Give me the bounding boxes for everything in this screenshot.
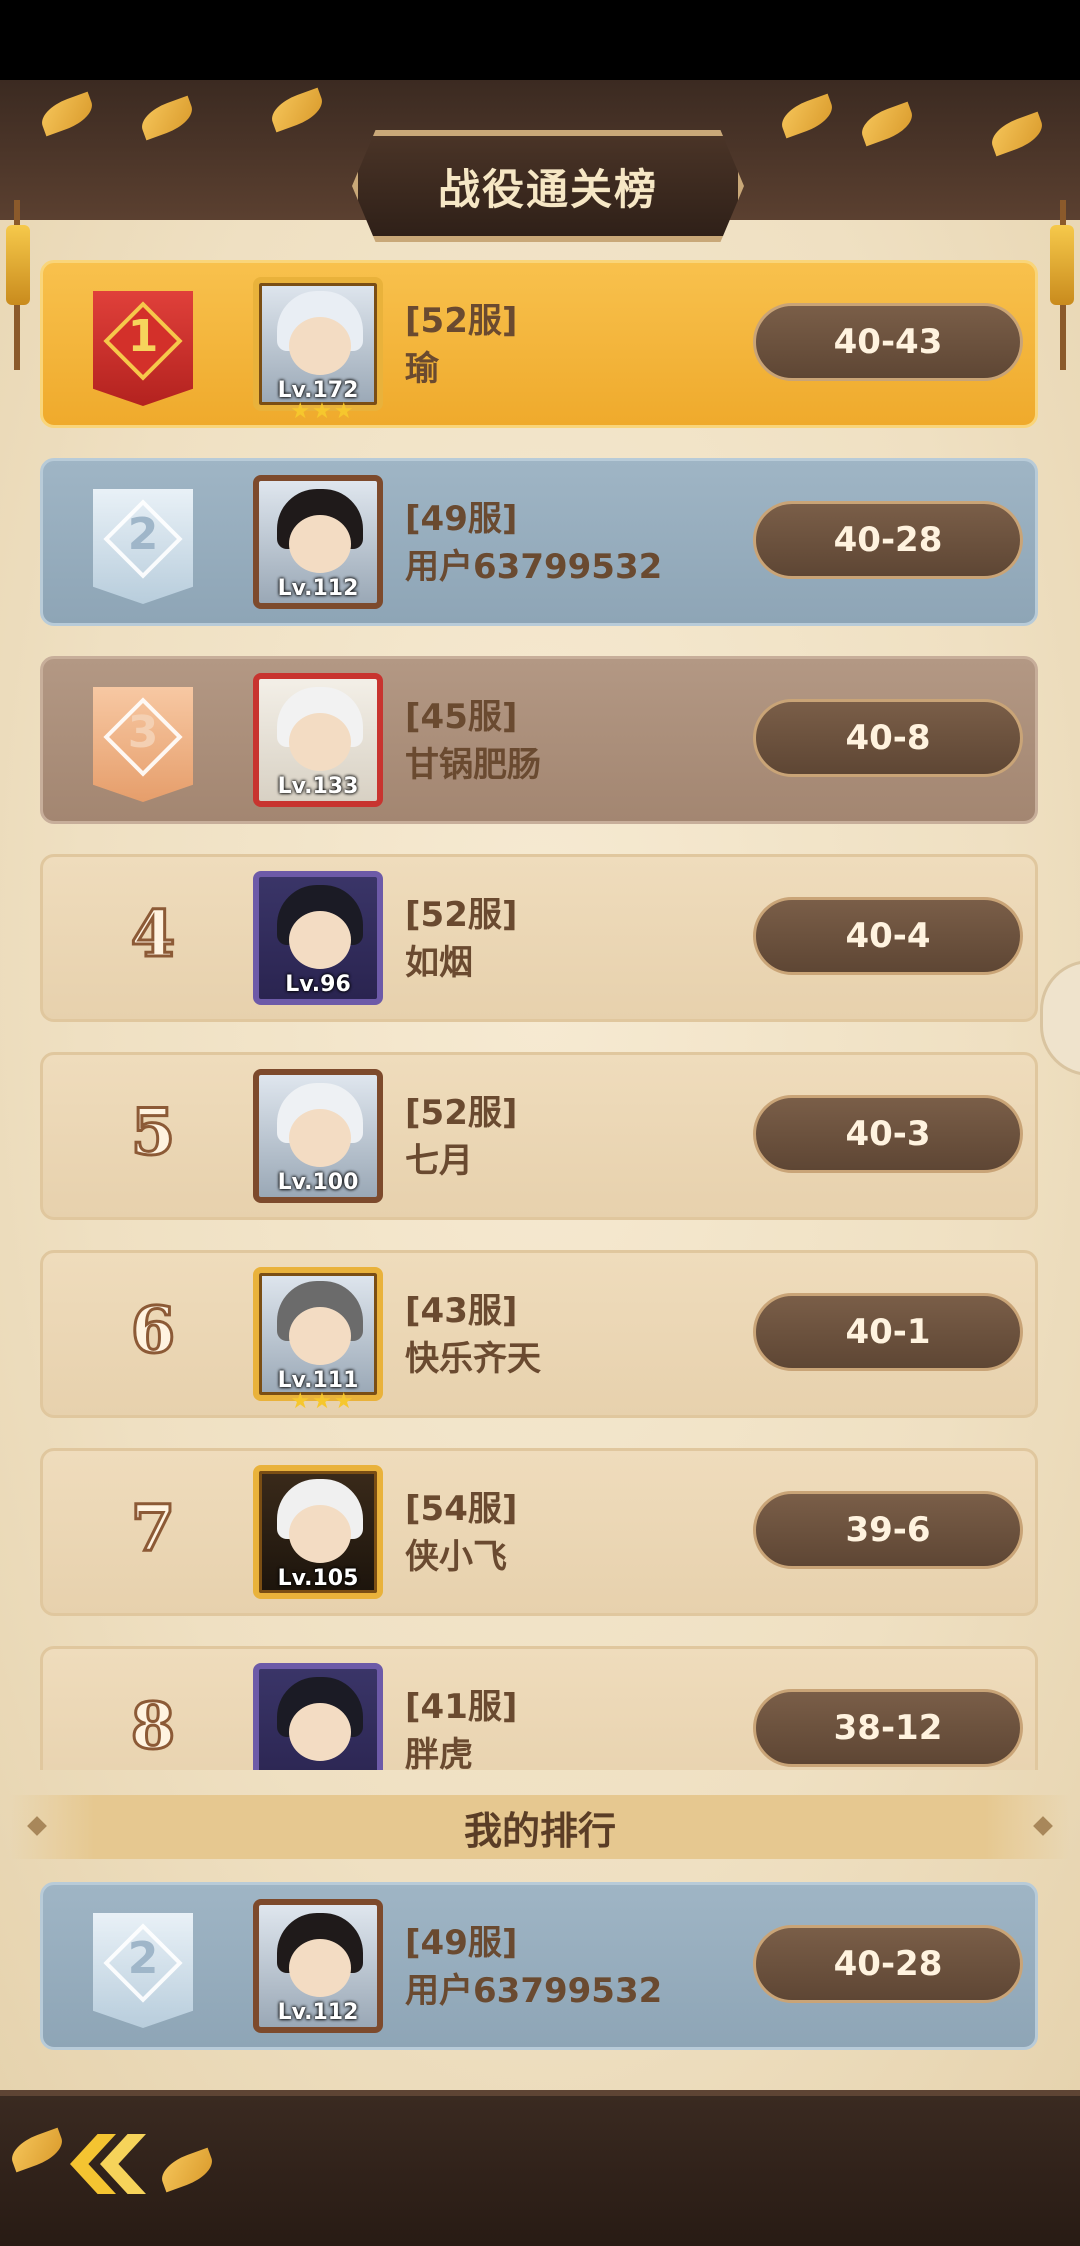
player-avatar[interactable]: Lv.112 [253, 1899, 383, 2033]
player-server: [49服] [405, 1923, 518, 1963]
ranking-row-2[interactable]: 2 Lv.112 [49服] 用户63799532 40-28 [40, 458, 1038, 626]
score-pill: 40-8 [753, 699, 1023, 777]
diamond-ornament-icon [27, 1816, 47, 1836]
rank-gold-ribbon-icon: 1 [88, 281, 198, 411]
ginkgo-leaf-decoration [36, 91, 98, 137]
player-name: 瑜 [405, 349, 439, 389]
player-level: Lv.96 [285, 972, 351, 997]
diamond-ornament-icon [1033, 1816, 1053, 1836]
footer-bar [0, 2090, 1080, 2246]
score-pill: 40-4 [753, 897, 1023, 975]
player-name: 用户63799532 [405, 547, 663, 587]
score-pill: 40-28 [753, 1925, 1023, 2003]
page-title-plate: 战役通关榜 [352, 130, 744, 242]
ranking-row-7[interactable]: 7 Lv.105 [54服] 侠小飞 39-6 [40, 1448, 1038, 1616]
my-rank-label: 我的排行 [463, 1808, 616, 1853]
player-name: 胖虎 [405, 1735, 473, 1770]
score-pill: 40-43 [753, 303, 1023, 381]
player-server: [45服] [405, 697, 518, 737]
rank-number: 5 [129, 1094, 177, 1172]
star-rating: ★★★ [290, 399, 356, 424]
score-pill: 40-3 [753, 1095, 1023, 1173]
rank-bronze-ribbon-icon: 3 [88, 677, 198, 807]
status-bar [0, 0, 1080, 80]
lantern-icon [6, 225, 30, 305]
player-avatar[interactable]: Lv.133 [253, 673, 383, 807]
rank-number: 4 [129, 896, 177, 974]
player-avatar[interactable]: Lv.105 [253, 1465, 383, 1599]
player-server: [52服] [405, 1093, 518, 1133]
page-title: 战役通关榜 [437, 164, 658, 214]
player-name: 侠小飞 [405, 1537, 507, 1577]
back-chevron-icon[interactable] [50, 2120, 160, 2210]
ginkgo-leaf-decoration [136, 95, 198, 141]
ranking-row-3[interactable]: 3 Lv.133 [45服] 甘锅肥肠 40-8 [40, 656, 1038, 824]
lantern-icon [1050, 225, 1074, 305]
score-pill: 39-6 [753, 1491, 1023, 1569]
my-ranking-row[interactable]: 2 Lv.112 [49服] 用户63799532 40-28 [40, 1882, 1038, 2050]
rank-number: 7 [129, 1490, 177, 1568]
my-rank-divider: 我的排行 [10, 1795, 1070, 1859]
rank-number: 6 [129, 1292, 177, 1370]
player-level: Lv.112 [277, 576, 359, 601]
score-pill: 40-28 [753, 501, 1023, 579]
rank-number: 8 [129, 1688, 177, 1766]
player-level: Lv.112 [277, 2000, 359, 2025]
player-level: Lv.105 [277, 1566, 359, 1591]
player-server: [52服] [405, 301, 518, 341]
player-name: 快乐齐天 [405, 1339, 541, 1379]
score-pill: 38-12 [753, 1689, 1023, 1767]
player-avatar[interactable]: Lv.172 [253, 277, 383, 411]
ginkgo-leaf-decoration [776, 93, 838, 139]
ranking-row-4[interactable]: 4 Lv.96 [52服] 如烟 40-4 [40, 854, 1038, 1022]
player-avatar[interactable]: Lv.96 [253, 871, 383, 1005]
player-name: 甘锅肥肠 [405, 745, 541, 785]
ranking-row-6[interactable]: 6 Lv.111 ★★★ [43服] 快乐齐天 40-1 [40, 1250, 1038, 1418]
player-server: [43服] [405, 1291, 518, 1331]
ginkgo-leaf-decoration [266, 87, 328, 133]
player-level: Lv.100 [277, 1170, 359, 1195]
star-rating: ★★★ [290, 1389, 356, 1414]
rank-silver-ribbon-icon: 2 [88, 1903, 198, 2033]
player-avatar[interactable] [253, 1663, 383, 1770]
player-server: [52服] [405, 895, 518, 935]
player-server: [41服] [405, 1687, 518, 1727]
player-level: Lv.133 [277, 774, 359, 799]
player-server: [49服] [405, 499, 518, 539]
ranking-row-1[interactable]: 1 Lv.172 ★★★ [52服] 瑜 40-43 [40, 260, 1038, 428]
player-avatar[interactable]: Lv.112 [253, 475, 383, 609]
ranking-row-5[interactable]: 5 Lv.100 [52服] 七月 40-3 [40, 1052, 1038, 1220]
ginkgo-leaf-decoration [856, 101, 918, 147]
ranking-list[interactable]: 1 Lv.172 ★★★ [52服] 瑜 40-43 2 Lv.112 [49服… [40, 260, 1038, 1770]
ranking-row-8[interactable]: 8 [41服] 胖虎 38-12 [40, 1646, 1038, 1770]
ginkgo-leaf-decoration [156, 2147, 218, 2193]
ginkgo-leaf-decoration [986, 111, 1048, 157]
player-avatar[interactable]: Lv.111 [253, 1267, 383, 1401]
player-name: 七月 [405, 1141, 473, 1181]
player-name: 用户63799532 [405, 1971, 663, 2011]
player-name: 如烟 [405, 943, 473, 983]
score-pill: 40-1 [753, 1293, 1023, 1371]
player-avatar[interactable]: Lv.100 [253, 1069, 383, 1203]
rank-silver-ribbon-icon: 2 [88, 479, 198, 609]
player-server: [54服] [405, 1489, 518, 1529]
